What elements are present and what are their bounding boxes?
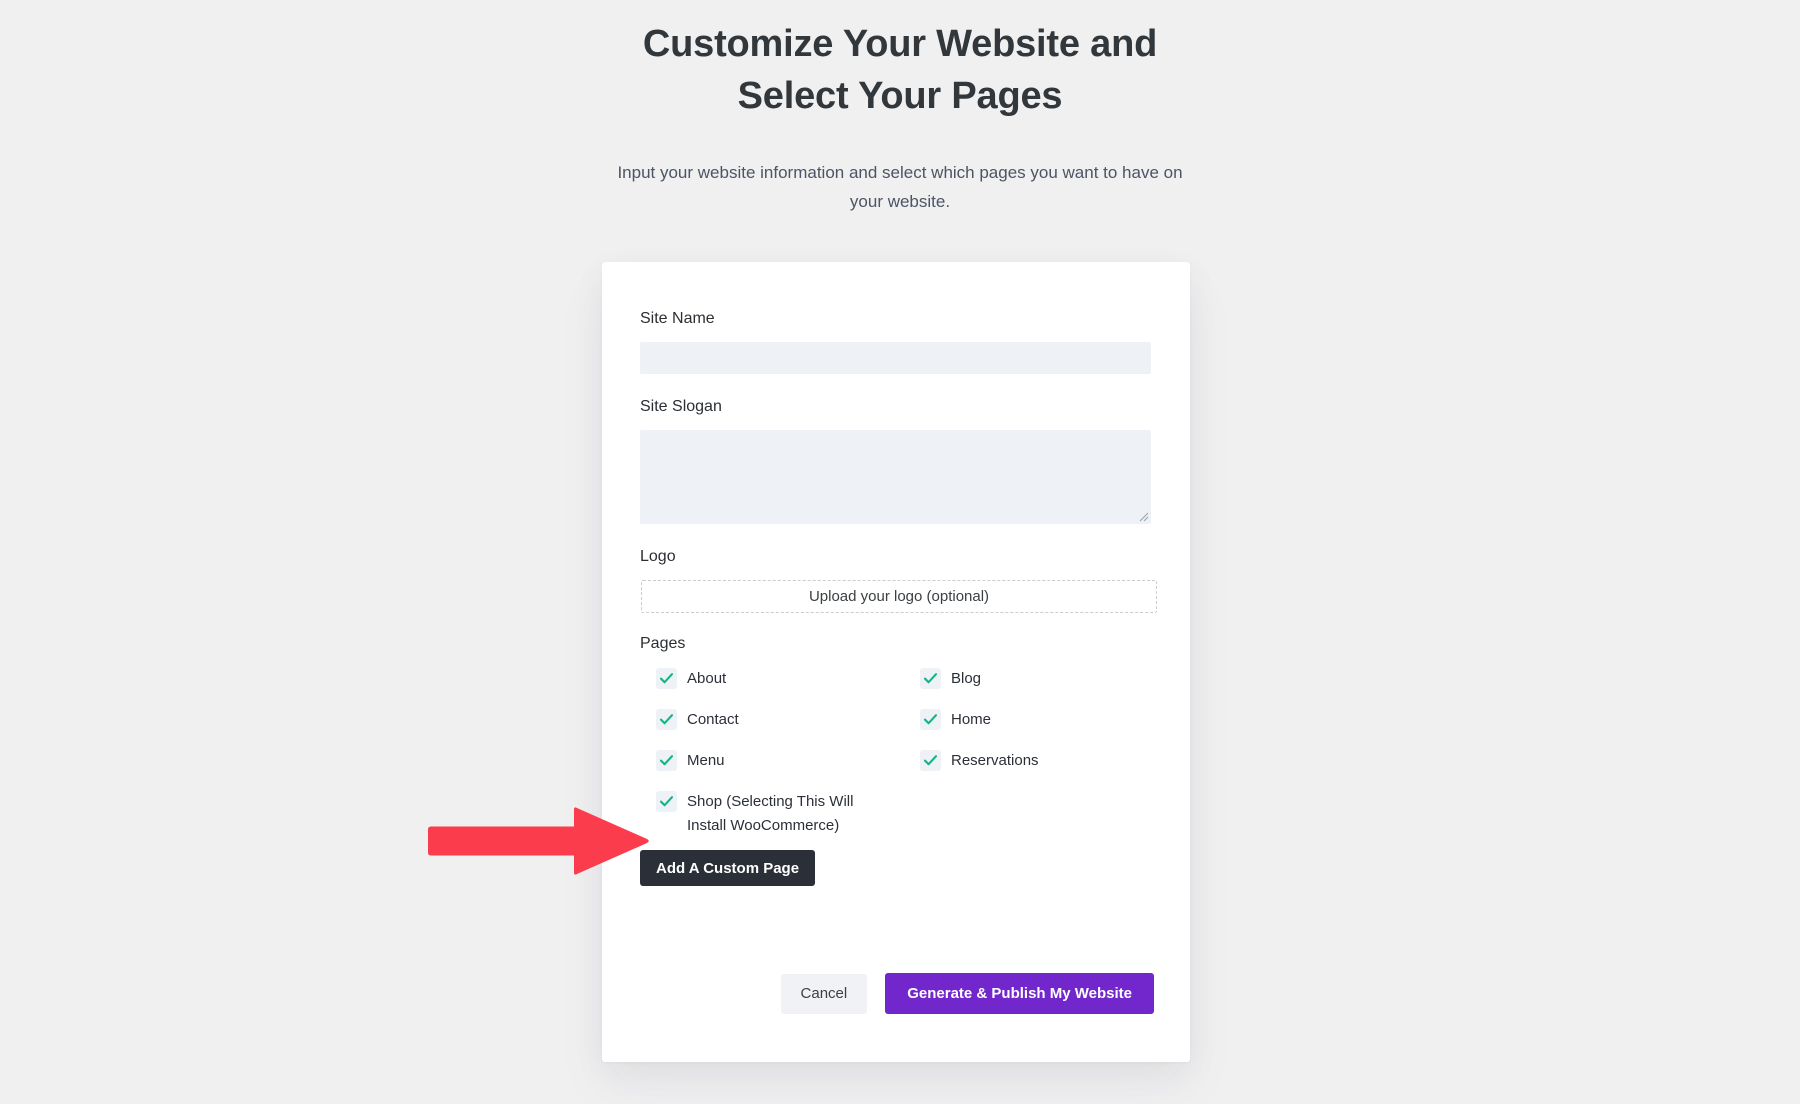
- page-title: Customize Your Website and Select Your P…: [642, 23, 1158, 117]
- page-option-about[interactable]: About: [656, 667, 920, 708]
- page-option-home[interactable]: Home: [920, 708, 1184, 749]
- logo-upload-text: Upload your logo (optional): [808, 587, 990, 605]
- page-option-blog[interactable]: Blog: [920, 667, 1184, 708]
- form-card: Site Name Site Slogan Logo Upload your l…: [602, 262, 1190, 1062]
- page-option-label: Home: [951, 711, 992, 728]
- page-root: Customize Your Website and Select Your P…: [0, 0, 1800, 1104]
- page-option-label: Shop (Selecting This Will Install WooCom…: [687, 793, 854, 834]
- cancel-button[interactable]: Cancel: [780, 973, 868, 1014]
- logo-field-group: Logo Upload your logo (optional): [640, 546, 1157, 613]
- checkmark-icon[interactable]: [920, 668, 941, 689]
- page-option-contact[interactable]: Contact: [656, 708, 920, 749]
- page-option-shop[interactable]: Shop (Selecting This Will Install WooCom…: [656, 790, 920, 842]
- site-slogan-textarea-wrapper: [640, 430, 1151, 524]
- page-header: Customize Your Website and Select Your P…: [0, 0, 1800, 216]
- site-slogan-textarea[interactable]: [640, 430, 1151, 524]
- page-option-label: Contact: [687, 711, 739, 728]
- add-custom-page-button[interactable]: Add A Custom Page: [640, 850, 816, 886]
- pages-checkbox-grid: About Blog Contact Home Menu Reservation…: [640, 667, 1150, 842]
- pages-field-group: Pages About Blog Contact Home Menu Reser…: [640, 635, 1150, 886]
- site-name-label: Site Name: [640, 310, 715, 327]
- site-slogan-label: Site Slogan: [640, 398, 722, 415]
- pages-label: Pages: [640, 635, 686, 652]
- pages-grid-spacer: [920, 790, 1184, 842]
- form-card-wrapper: Site Name Site Slogan Logo Upload your l…: [602, 262, 1190, 1062]
- logo-label: Logo: [640, 548, 676, 565]
- generate-publish-button[interactable]: Generate & Publish My Website: [885, 973, 1154, 1014]
- checkmark-icon[interactable]: [920, 709, 941, 730]
- page-option-label: Blog: [951, 670, 982, 687]
- page-option-label: Menu: [687, 752, 725, 769]
- page-option-label: About: [687, 670, 727, 687]
- logo-upload-dropzone[interactable]: Upload your logo (optional): [641, 580, 1157, 613]
- page-option-label: Reservations: [951, 752, 1039, 769]
- checkmark-icon[interactable]: [656, 750, 677, 771]
- checkmark-icon[interactable]: [656, 791, 677, 812]
- page-option-menu[interactable]: Menu: [656, 749, 920, 790]
- card-footer-actions: Cancel Generate & Publish My Website: [780, 973, 1154, 1014]
- page-option-reservations[interactable]: Reservations: [920, 749, 1184, 790]
- site-name-field-group: Site Name: [640, 308, 1151, 374]
- site-name-input[interactable]: [640, 342, 1151, 374]
- site-slogan-field-group: Site Slogan: [640, 396, 1151, 524]
- form-card-content: Site Name Site Slogan Logo Upload your l…: [602, 262, 1190, 886]
- checkmark-icon[interactable]: [656, 668, 677, 689]
- checkmark-icon[interactable]: [656, 709, 677, 730]
- checkmark-icon[interactable]: [920, 750, 941, 771]
- page-subtitle: Input your website information and selec…: [617, 163, 1183, 211]
